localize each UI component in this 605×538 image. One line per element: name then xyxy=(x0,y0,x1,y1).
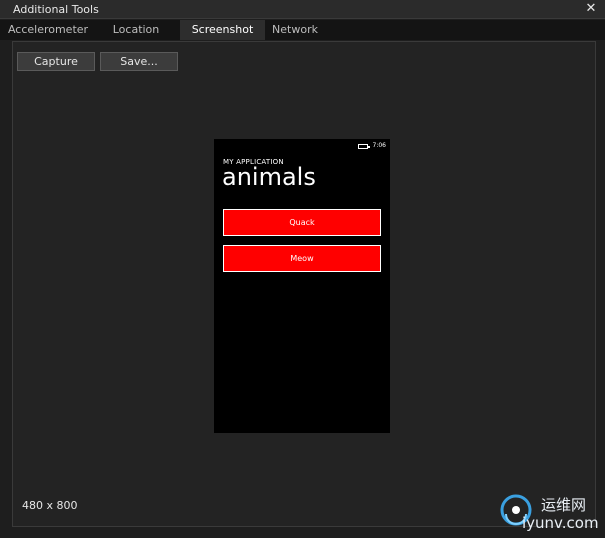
watermark-url: iyunv.com xyxy=(522,514,599,532)
tab-screenshot[interactable]: Screenshot xyxy=(180,20,265,40)
tab-bar: Accelerometer Location Screenshot Networ… xyxy=(0,20,605,40)
phone-screenshot-preview: 7:06 MY APPLICATION animals Quack Meow xyxy=(214,139,390,433)
window-title: Additional Tools xyxy=(13,3,99,16)
quack-button: Quack xyxy=(223,209,381,236)
tab-location[interactable]: Location xyxy=(96,20,176,40)
additional-tools-window: Additional Tools ✕ Accelerometer Locatio… xyxy=(0,0,605,538)
capture-button[interactable]: Capture xyxy=(17,52,95,71)
save-button[interactable]: Save... xyxy=(100,52,178,71)
tab-accelerometer[interactable]: Accelerometer xyxy=(0,20,96,40)
resolution-label: 480 x 800 xyxy=(22,499,78,512)
page-title: animals xyxy=(222,163,316,191)
screenshot-panel: Capture Save... 7:06 MY APPLICATION anim… xyxy=(12,41,596,527)
watermark-text: 运维网 xyxy=(541,496,587,514)
close-icon[interactable]: ✕ xyxy=(583,1,599,17)
title-bar[interactable]: Additional Tools ✕ xyxy=(0,0,605,19)
status-time: 7:06 xyxy=(372,142,386,149)
tab-network[interactable]: Network xyxy=(265,20,325,40)
battery-icon xyxy=(358,144,370,149)
meow-button: Meow xyxy=(223,245,381,272)
